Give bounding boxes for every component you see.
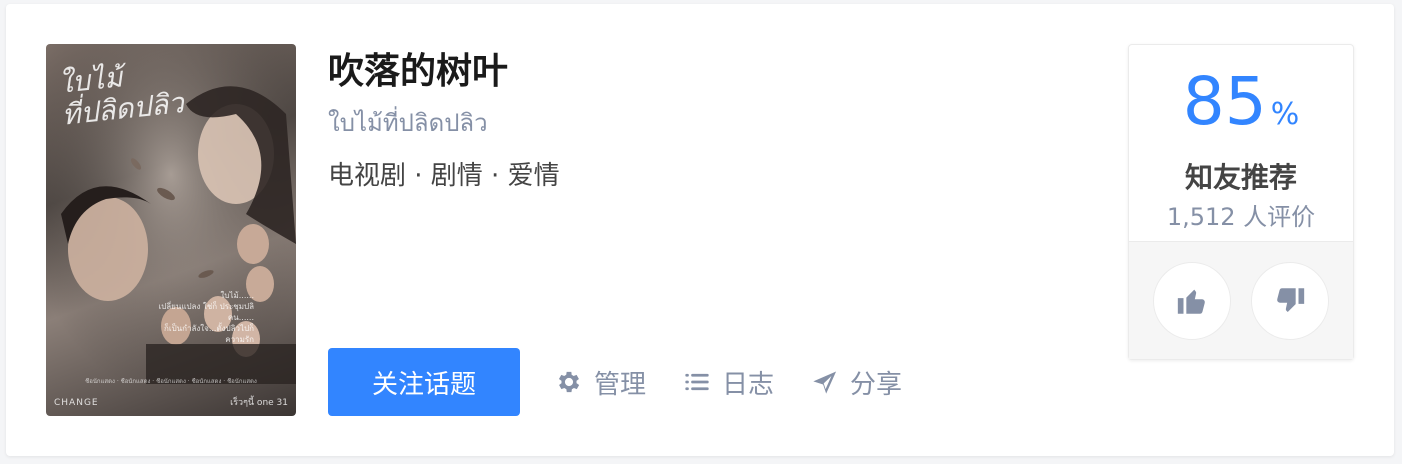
log-label: 日志 [722, 369, 775, 400]
share-link[interactable]: 分享 [810, 364, 902, 401]
topic-meta: 电视剧 · 剧情 · 爱情 [328, 161, 560, 191]
action-bar: 关注话题 管理 日志 分享 [328, 348, 938, 416]
log-link[interactable]: 日志 [682, 364, 774, 401]
downvote-button[interactable] [1251, 261, 1329, 340]
poster-credits: ชื่อนักแสดง · ชื่อนักแสดง · ชื่อนักแสดง … [85, 378, 257, 385]
vote-area [1129, 242, 1353, 359]
recommend-score: 85% [1129, 45, 1353, 154]
paper-plane-icon [810, 367, 840, 397]
manage-label: 管理 [594, 369, 647, 400]
follow-topic-button[interactable]: 关注话题 [328, 348, 520, 416]
recommend-label: 知友推荐 [1184, 161, 1297, 194]
upvote-button[interactable] [1153, 261, 1231, 340]
share-label: 分享 [850, 369, 903, 400]
gear-icon [554, 367, 584, 397]
poster-image: ใบไม้ ที่ปลิดปลิว ใบไม้...... เปลี่ยนแปล… [46, 44, 296, 416]
thumbs-up-icon [1177, 289, 1205, 314]
thumbs-down-icon [1277, 287, 1305, 312]
poster-logo: CHANGE [54, 398, 99, 408]
list-icon [682, 367, 712, 397]
topic-title: 吹落的树叶 [328, 51, 509, 92]
rating-panel: 85% 知友推荐 1,512 人评价 [1128, 44, 1354, 360]
rating-count: 1,512 人评价 [1166, 203, 1316, 231]
topic-subtitle: ใบไม้ที่ปลิดปลิว [328, 109, 488, 137]
topic-card: ใบไม้ ที่ปลิดปลิว ใบไม้...... เปลี่ยนแปล… [6, 4, 1394, 456]
topic-info: 吹落的树叶 ใบไม้ที่ปลิดปลิว 电视剧 · 剧情 · 爱情 [328, 44, 560, 194]
poster-tagline: ใบไม้...... เปลี่ยนแปลง ใช่ก็ ประชุมปลิ … [158, 291, 254, 344]
manage-link[interactable]: 管理 [554, 364, 646, 401]
score-unit: % [1270, 97, 1300, 132]
rating-summary: 85% 知友推荐 1,512 人评价 [1129, 45, 1353, 242]
score-value: 85 [1182, 63, 1267, 140]
poster-footer: เร็วๆนี้ one 31 [230, 398, 288, 408]
